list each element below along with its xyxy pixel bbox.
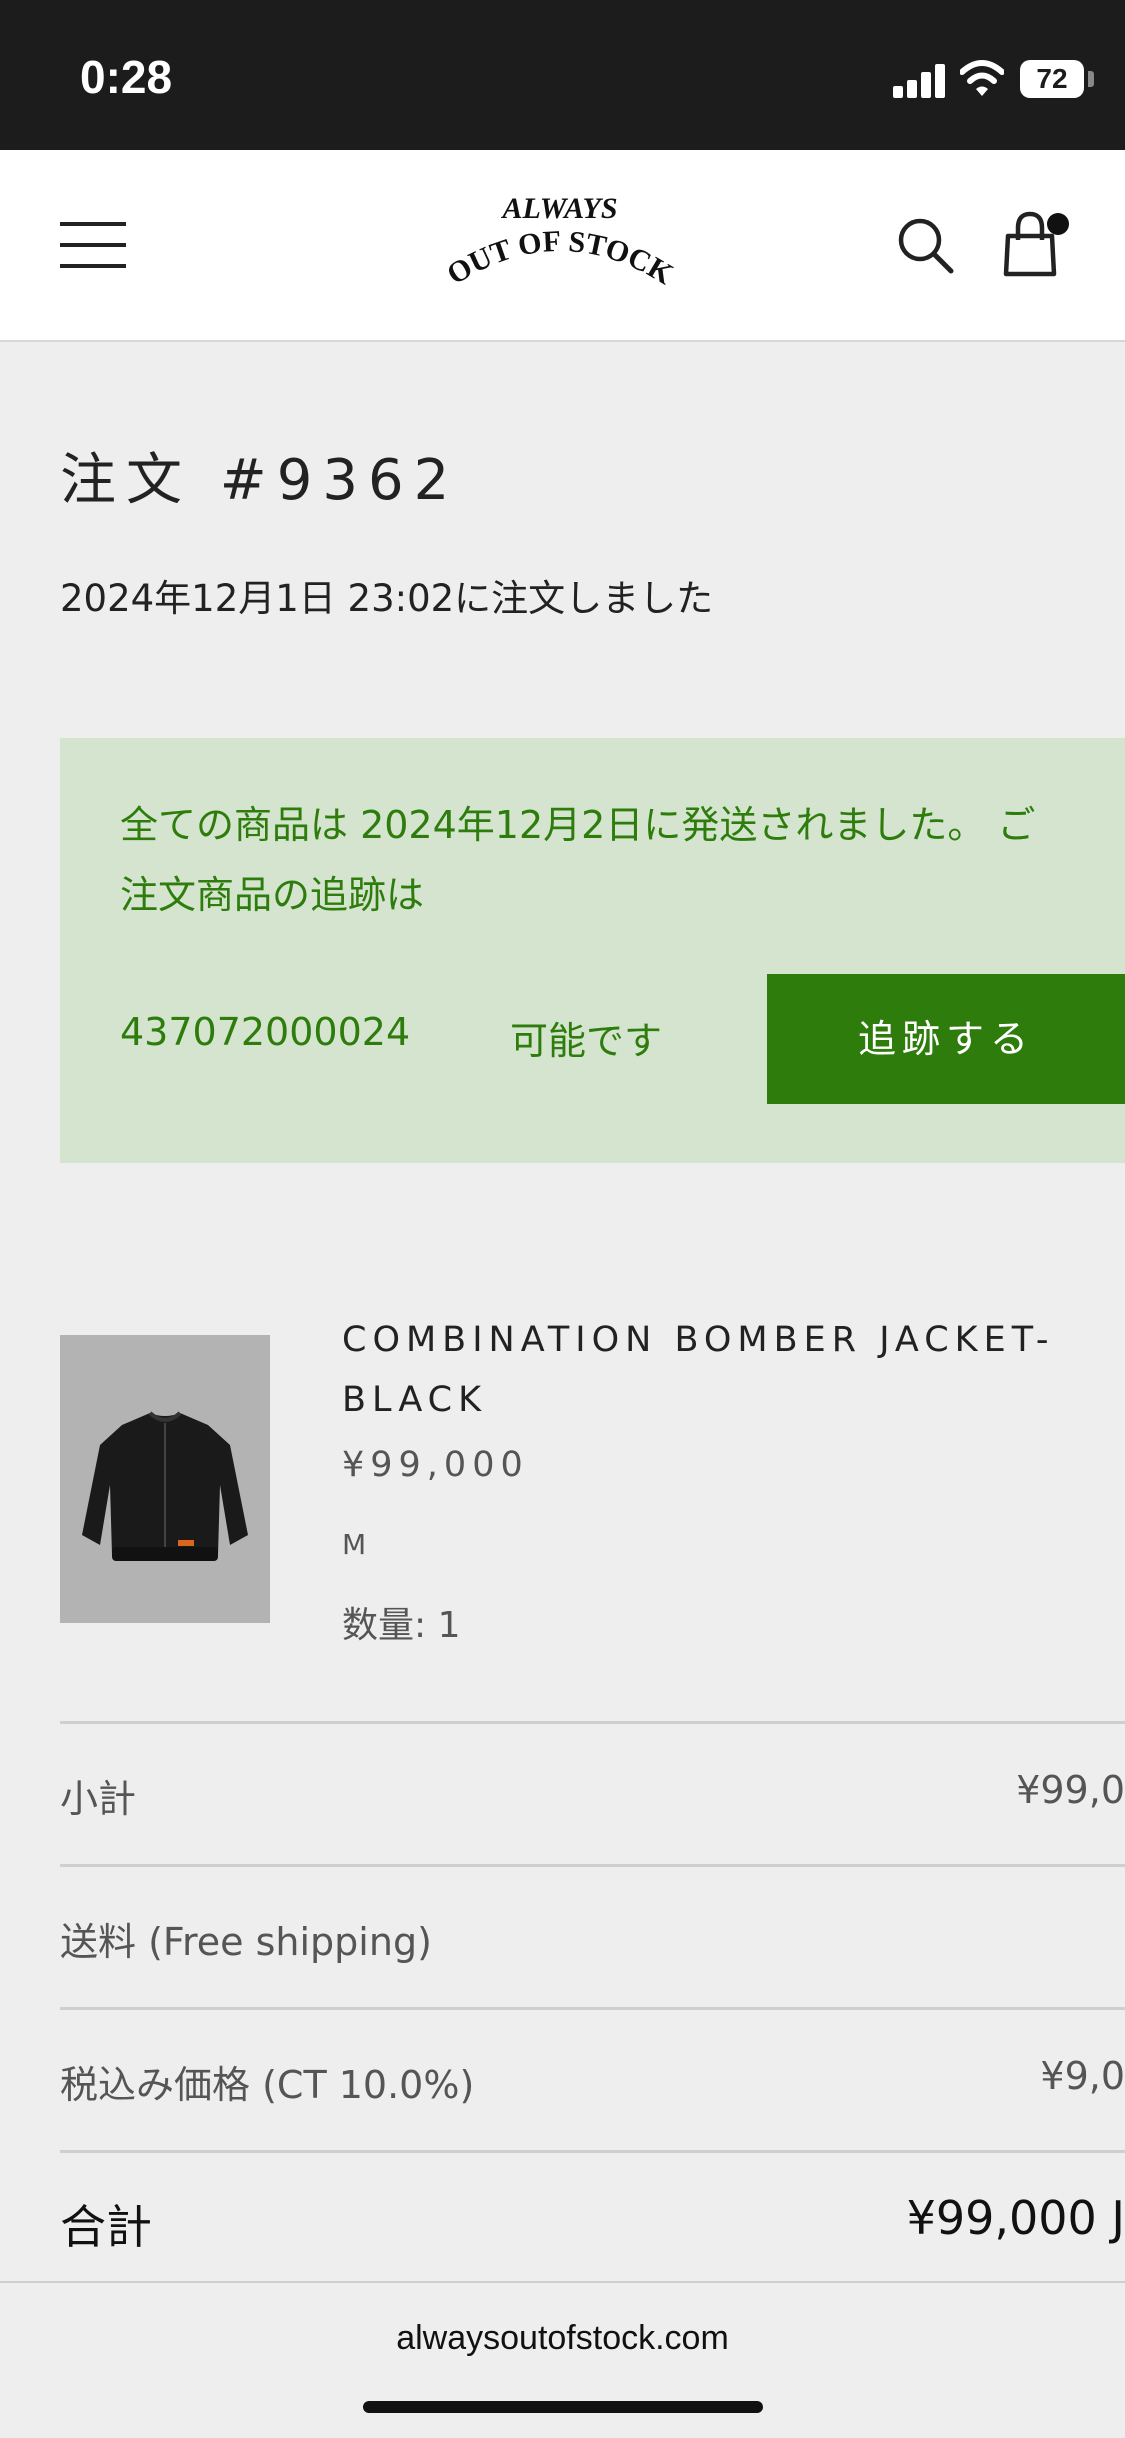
tax-value: ¥9,0 [1040, 2054, 1125, 2098]
shipping-status-box: 全ての商品は 2024年12月2日に発送されました。 ご 注文商品の追跡は 43… [60, 738, 1125, 1163]
shipping-message-line2: 注文商品の追跡は [120, 873, 425, 917]
status-bar: 0:28 72 [0, 0, 1125, 150]
shipping-label: 送料 (Free shipping) [60, 1920, 432, 1964]
store-logo[interactable]: ALWAYS OUT OF STOCK [430, 190, 690, 300]
track-button[interactable]: 追跡する [767, 974, 1125, 1104]
wifi-icon [960, 60, 1004, 96]
shipping-row: 送料 (Free shipping) [60, 1864, 1125, 2009]
cellular-signal-icon [893, 62, 947, 98]
shipping-message-line1: 全ての商品は 2024年12月2日に発送されました。 ご [120, 803, 1036, 847]
tax-row: 税込み価格 (CT 10.0%) ¥9,0 [60, 2007, 1125, 2152]
logo-line2: OUT OF STOCK [441, 225, 679, 292]
tracking-number: 437072000024 [120, 1010, 411, 1054]
total-value: ¥99,000 J [906, 2191, 1125, 2245]
battery-icon: 72 [1020, 60, 1084, 98]
status-time: 0:28 [80, 51, 173, 103]
battery-cap [1088, 71, 1094, 87]
bomber-jacket-image [82, 1411, 248, 1561]
cart-badge [1047, 213, 1069, 235]
subtotal-value: ¥99,0 [1016, 1768, 1125, 1812]
shopping-bag-icon[interactable] [1000, 210, 1070, 280]
svg-text:OUT OF STOCK: OUT OF STOCK [441, 225, 679, 292]
search-icon[interactable] [895, 215, 955, 275]
total-label: 合計 [60, 2200, 152, 2254]
subtotal-label: 小計 [60, 1777, 137, 1821]
shipping-message: 全ての商品は 2024年12月2日に発送されました。 ご 注文商品の追跡は [120, 790, 1120, 930]
subtotal-row: 小計 ¥99,0 [60, 1721, 1125, 1866]
product-price: ¥99,000 [342, 1445, 529, 1485]
order-date: 2024年12月1日 23:02に注文しました [60, 577, 714, 620]
site-header: ALWAYS OUT OF STOCK [0, 150, 1125, 342]
home-indicator[interactable] [363, 2401, 763, 2413]
product-image[interactable] [60, 1335, 270, 1623]
order-title: 注文 #9362 [60, 448, 460, 513]
logo-line1: ALWAYS [500, 192, 617, 225]
product-size: M [342, 1528, 367, 1561]
product-name[interactable]: COMBINATION BOMBER JACKET-BLACK [342, 1310, 1102, 1430]
address-bar-url[interactable]: alwaysoutofstock.com [0, 2319, 1125, 2358]
hamburger-menu-icon[interactable] [60, 222, 126, 268]
product-quantity: 数量: 1 [342, 1605, 461, 1646]
tax-label: 税込み価格 (CT 10.0%) [60, 2063, 475, 2107]
tracking-available-text: 可能です [510, 1019, 663, 1063]
browser-bottom-bar: alwaysoutofstock.com [0, 2281, 1125, 2438]
total-row: 合計 ¥99,000 J [60, 2150, 1125, 2295]
